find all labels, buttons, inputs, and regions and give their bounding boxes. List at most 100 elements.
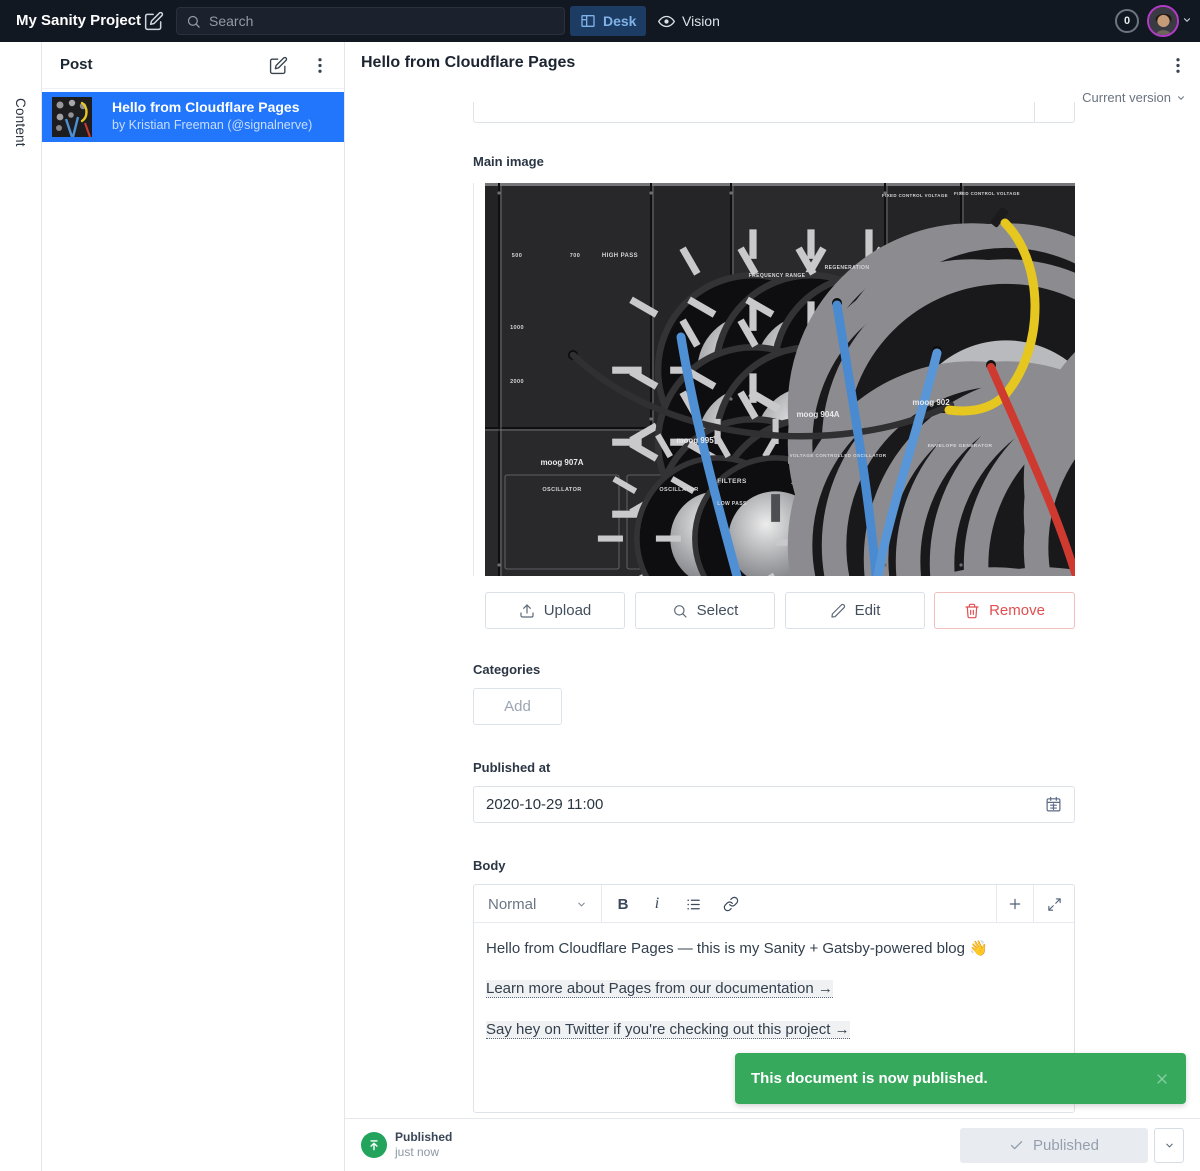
- body-paragraph: Learn more about Pages from our document…: [486, 979, 1062, 999]
- synth-label: 1000: [510, 325, 524, 331]
- synth-label: 500: [512, 253, 522, 259]
- synth-label: VOLTAGE CONTROLLED OSCILLATOR: [789, 453, 886, 458]
- search-input[interactable]: Search: [176, 7, 565, 35]
- slug-generate-divider: [1034, 102, 1035, 122]
- synth-label: moog 907A: [540, 458, 583, 467]
- insert-block-button[interactable]: [996, 885, 1033, 923]
- select-button[interactable]: Select: [635, 592, 775, 629]
- chevron-down-icon: [576, 899, 587, 910]
- plus-icon: [1007, 896, 1023, 912]
- close-icon[interactable]: [1154, 1071, 1170, 1087]
- publish-button[interactable]: Published: [960, 1128, 1148, 1163]
- synth-label: moog 902: [912, 398, 950, 407]
- docs-link[interactable]: Learn more about Pages from our document…: [486, 980, 833, 998]
- text-style-value: Normal: [488, 896, 536, 913]
- kebab-menu-icon: [1170, 56, 1188, 75]
- toast-message: This document is now published.: [751, 1070, 988, 1087]
- synth-label: moog 995: [676, 436, 714, 445]
- check-icon: [1009, 1138, 1024, 1153]
- expand-icon: [1047, 897, 1062, 912]
- document-list-pane: Post: [42, 42, 345, 1171]
- remove-label: Remove: [989, 602, 1045, 619]
- main-image-photo[interactable]: HIGH PASS FREQUENCY RANGE REGENERATION F…: [485, 183, 1075, 576]
- upload-button[interactable]: Upload: [485, 592, 625, 629]
- synth-label: FIXED CONTROL VOLTAGE: [882, 193, 948, 198]
- link-icon: [723, 896, 739, 912]
- chevron-down-icon: [1176, 93, 1186, 103]
- synth-label: FIXED CONTROL VOLTAGE: [954, 191, 1020, 196]
- top-navbar: My Sanity Project Search Desk Vision 0: [0, 0, 1200, 42]
- user-avatar[interactable]: [1147, 5, 1179, 37]
- edit-button[interactable]: Edit: [785, 592, 925, 629]
- synth-label: FREQUENCY RANGE: [749, 273, 806, 279]
- document-menu-button[interactable]: [1170, 56, 1188, 74]
- post-item-title: Hello from Cloudflare Pages: [112, 99, 299, 115]
- publish-menu-button[interactable]: [1154, 1128, 1184, 1163]
- content-rail-tab[interactable]: Content: [13, 98, 28, 147]
- search-icon: [672, 603, 688, 619]
- publish-status-title: Published: [395, 1130, 452, 1144]
- bullet-list-button[interactable]: [676, 885, 710, 923]
- user-menu-chevron-icon[interactable]: [1182, 15, 1192, 25]
- calendar-icon[interactable]: [1045, 796, 1062, 813]
- synth-label: OSCILLATOR: [659, 487, 698, 493]
- categories-label: Categories: [473, 662, 540, 677]
- body-paragraph: Hello from Cloudflare Pages — this is my…: [486, 939, 1062, 959]
- slug-field-partial[interactable]: [473, 102, 1075, 123]
- document-editor-pane: Hello from Cloudflare Pages Current vers…: [345, 42, 1200, 1171]
- eye-icon: [658, 13, 675, 30]
- synth-label: FILTERS: [717, 478, 747, 485]
- version-selector[interactable]: Current version: [1082, 90, 1186, 105]
- synth-label: moog 904A: [796, 410, 839, 419]
- wave-emoji: 👋: [969, 940, 988, 957]
- upload-label: Upload: [544, 602, 592, 619]
- bold-button[interactable]: B: [606, 885, 640, 923]
- project-title: My Sanity Project: [16, 0, 141, 42]
- body-label: Body: [473, 858, 506, 873]
- editor-footer: Published just now Published: [345, 1118, 1200, 1171]
- desk-tab-label: Desk: [603, 13, 636, 29]
- kebab-menu-icon: [312, 56, 328, 75]
- pencil-icon: [830, 603, 846, 619]
- link-button[interactable]: [714, 885, 748, 923]
- italic-button[interactable]: i: [640, 885, 674, 923]
- publish-status-icon: [361, 1132, 387, 1158]
- document-title: Hello from Cloudflare Pages: [361, 54, 575, 72]
- search-icon: [186, 14, 201, 29]
- tab-desk[interactable]: Desk: [570, 6, 646, 36]
- select-label: Select: [697, 602, 739, 619]
- avatar-image: [1149, 7, 1177, 35]
- sanity-studio: My Sanity Project Search Desk Vision 0: [0, 0, 1200, 1171]
- upload-icon: [519, 603, 535, 619]
- synth-label: 700: [570, 253, 580, 259]
- list-pane-menu-button[interactable]: [312, 56, 328, 75]
- add-category-button[interactable]: Add: [473, 688, 562, 725]
- create-post-button[interactable]: [269, 56, 288, 75]
- twitter-link[interactable]: Say hey on Twitter if you're checking ou…: [486, 1021, 850, 1039]
- body-paragraph-text: Hello from Cloudflare Pages — this is my…: [486, 940, 969, 957]
- compose-icon: [144, 11, 164, 31]
- tab-vision[interactable]: Vision: [648, 6, 730, 36]
- synth-label: REGENERATION: [825, 265, 870, 271]
- publish-status-time: just now: [395, 1145, 439, 1159]
- chevron-down-icon: [1164, 1140, 1175, 1151]
- editor-header: Hello from Cloudflare Pages: [345, 42, 1200, 88]
- new-document-button[interactable]: [144, 11, 164, 31]
- post-list-item-selected[interactable]: Hello from Cloudflare Pages by Kristian …: [42, 92, 344, 142]
- presence-badge[interactable]: 0: [1115, 9, 1139, 33]
- post-item-subtitle: by Kristian Freeman (@signalnerve): [112, 118, 312, 132]
- synth-label: 2000: [510, 379, 524, 385]
- fullscreen-button[interactable]: [1033, 885, 1074, 923]
- version-label: Current version: [1082, 90, 1171, 105]
- text-style-select[interactable]: Normal: [474, 885, 602, 923]
- compose-icon: [269, 56, 288, 75]
- main-image-label: Main image: [473, 154, 544, 169]
- synth-label: ENVELOPE GENERATOR: [928, 443, 993, 449]
- body-toolbar: Normal B i: [474, 885, 1074, 923]
- post-thumbnail: [52, 97, 92, 137]
- published-at-input[interactable]: 2020-10-29 11:00: [473, 786, 1075, 823]
- add-label: Add: [504, 698, 531, 715]
- remove-button[interactable]: Remove: [934, 592, 1075, 629]
- desk-icon: [580, 13, 596, 29]
- synth-label: OSCILLATOR: [542, 487, 581, 493]
